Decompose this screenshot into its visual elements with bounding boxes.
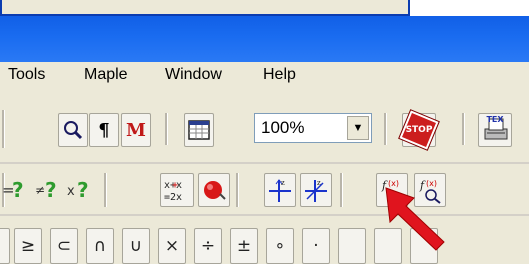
equation-help-button[interactable]: =? (2, 172, 28, 206)
maple-m-button[interactable]: M (121, 113, 151, 147)
axes-icon: z (269, 179, 291, 202)
separator (384, 113, 387, 145)
symbol-label: ∪ (129, 236, 143, 256)
menu-window[interactable]: Window (163, 66, 224, 84)
symbol-label: ≥ (20, 236, 36, 256)
palette-symbol-partial[interactable] (0, 228, 10, 264)
plot-2d-axes-button[interactable]: z (264, 173, 296, 207)
test-question-icon: ≠? (35, 178, 57, 202)
magnifier-icon (64, 121, 83, 140)
equals-question-icon: =? (2, 178, 24, 202)
find-button[interactable] (58, 113, 88, 147)
separator (462, 113, 465, 145)
plot-3d-button[interactable] (198, 173, 230, 207)
svg-text:z: z (317, 179, 321, 187)
svg-text:z: z (281, 179, 285, 187)
symbol-label: · (313, 236, 319, 256)
plot-3d-axes-button[interactable]: z (300, 173, 332, 207)
menu-maple[interactable]: Maple (82, 66, 130, 84)
svg-text:?: ? (45, 178, 57, 202)
svg-text:?: ? (12, 178, 24, 202)
axes-3d-icon: z (305, 179, 327, 202)
symbol-label: ∘ (274, 236, 286, 256)
test-help-button[interactable]: ≠? (34, 172, 64, 206)
palette-symbol[interactable]: ± (230, 228, 258, 264)
palette-symbol[interactable]: ÷ (194, 228, 222, 264)
menu-help[interactable]: Help (261, 66, 298, 84)
top-area (0, 0, 529, 62)
red-sphere-icon (204, 181, 226, 200)
pilcrow-button[interactable]: ¶ (89, 113, 119, 147)
svg-text:x: x (67, 184, 75, 199)
x-question-icon: x? (67, 178, 89, 202)
symbol-label: × (164, 236, 180, 256)
evaluate-button[interactable]: x+x =2x + (160, 173, 194, 207)
separator (2, 110, 5, 148)
tex-label: TEX (486, 115, 504, 124)
stop-button[interactable]: STOP (398, 109, 440, 151)
svg-text:≠: ≠ (35, 183, 45, 197)
svg-text:=2x: =2x (164, 192, 182, 203)
dropdown-arrow-icon[interactable]: ▼ (347, 116, 369, 140)
stop-label: STOP (405, 125, 433, 135)
separator (165, 113, 168, 145)
palette-symbol[interactable]: ≥ (14, 228, 42, 264)
table-icon (188, 120, 210, 140)
separator (340, 173, 343, 207)
svg-text:+: + (172, 180, 178, 191)
menu-tools[interactable]: Tools (6, 66, 47, 84)
desktop-background (410, 0, 529, 16)
variable-help-button[interactable]: x? (66, 172, 96, 206)
palette-symbol[interactable] (338, 228, 366, 264)
svg-text:?: ? (77, 178, 89, 202)
symbol-label: ± (236, 236, 252, 256)
annotation-arrow-icon (385, 187, 445, 251)
symbol-label: ∩ (93, 236, 107, 256)
separator (236, 173, 239, 207)
palette-symbol[interactable]: ∩ (86, 228, 114, 264)
palette-symbol[interactable]: ⊂ (50, 228, 78, 264)
symbol-label: ⊂ (56, 236, 72, 256)
palette-symbol[interactable]: ∪ (122, 228, 150, 264)
maple-m-icon: M (126, 119, 146, 141)
export-tex-button[interactable]: TEX (478, 113, 512, 147)
palette-symbol[interactable]: × (158, 228, 186, 264)
palette-symbol[interactable]: ∘ (266, 228, 294, 264)
palette-symbol[interactable]: · (302, 228, 330, 264)
dialog-bottom-edge (0, 0, 410, 16)
zoom-dropdown[interactable]: 100% ▼ (254, 113, 372, 143)
spreadsheet-button[interactable] (184, 113, 214, 147)
pilcrow-icon: ¶ (98, 119, 110, 141)
zoom-value: 100% (261, 118, 305, 137)
evaluate-icon: x+x=2x+ (164, 180, 182, 203)
separator (104, 173, 107, 207)
symbol-label: ÷ (200, 236, 216, 256)
